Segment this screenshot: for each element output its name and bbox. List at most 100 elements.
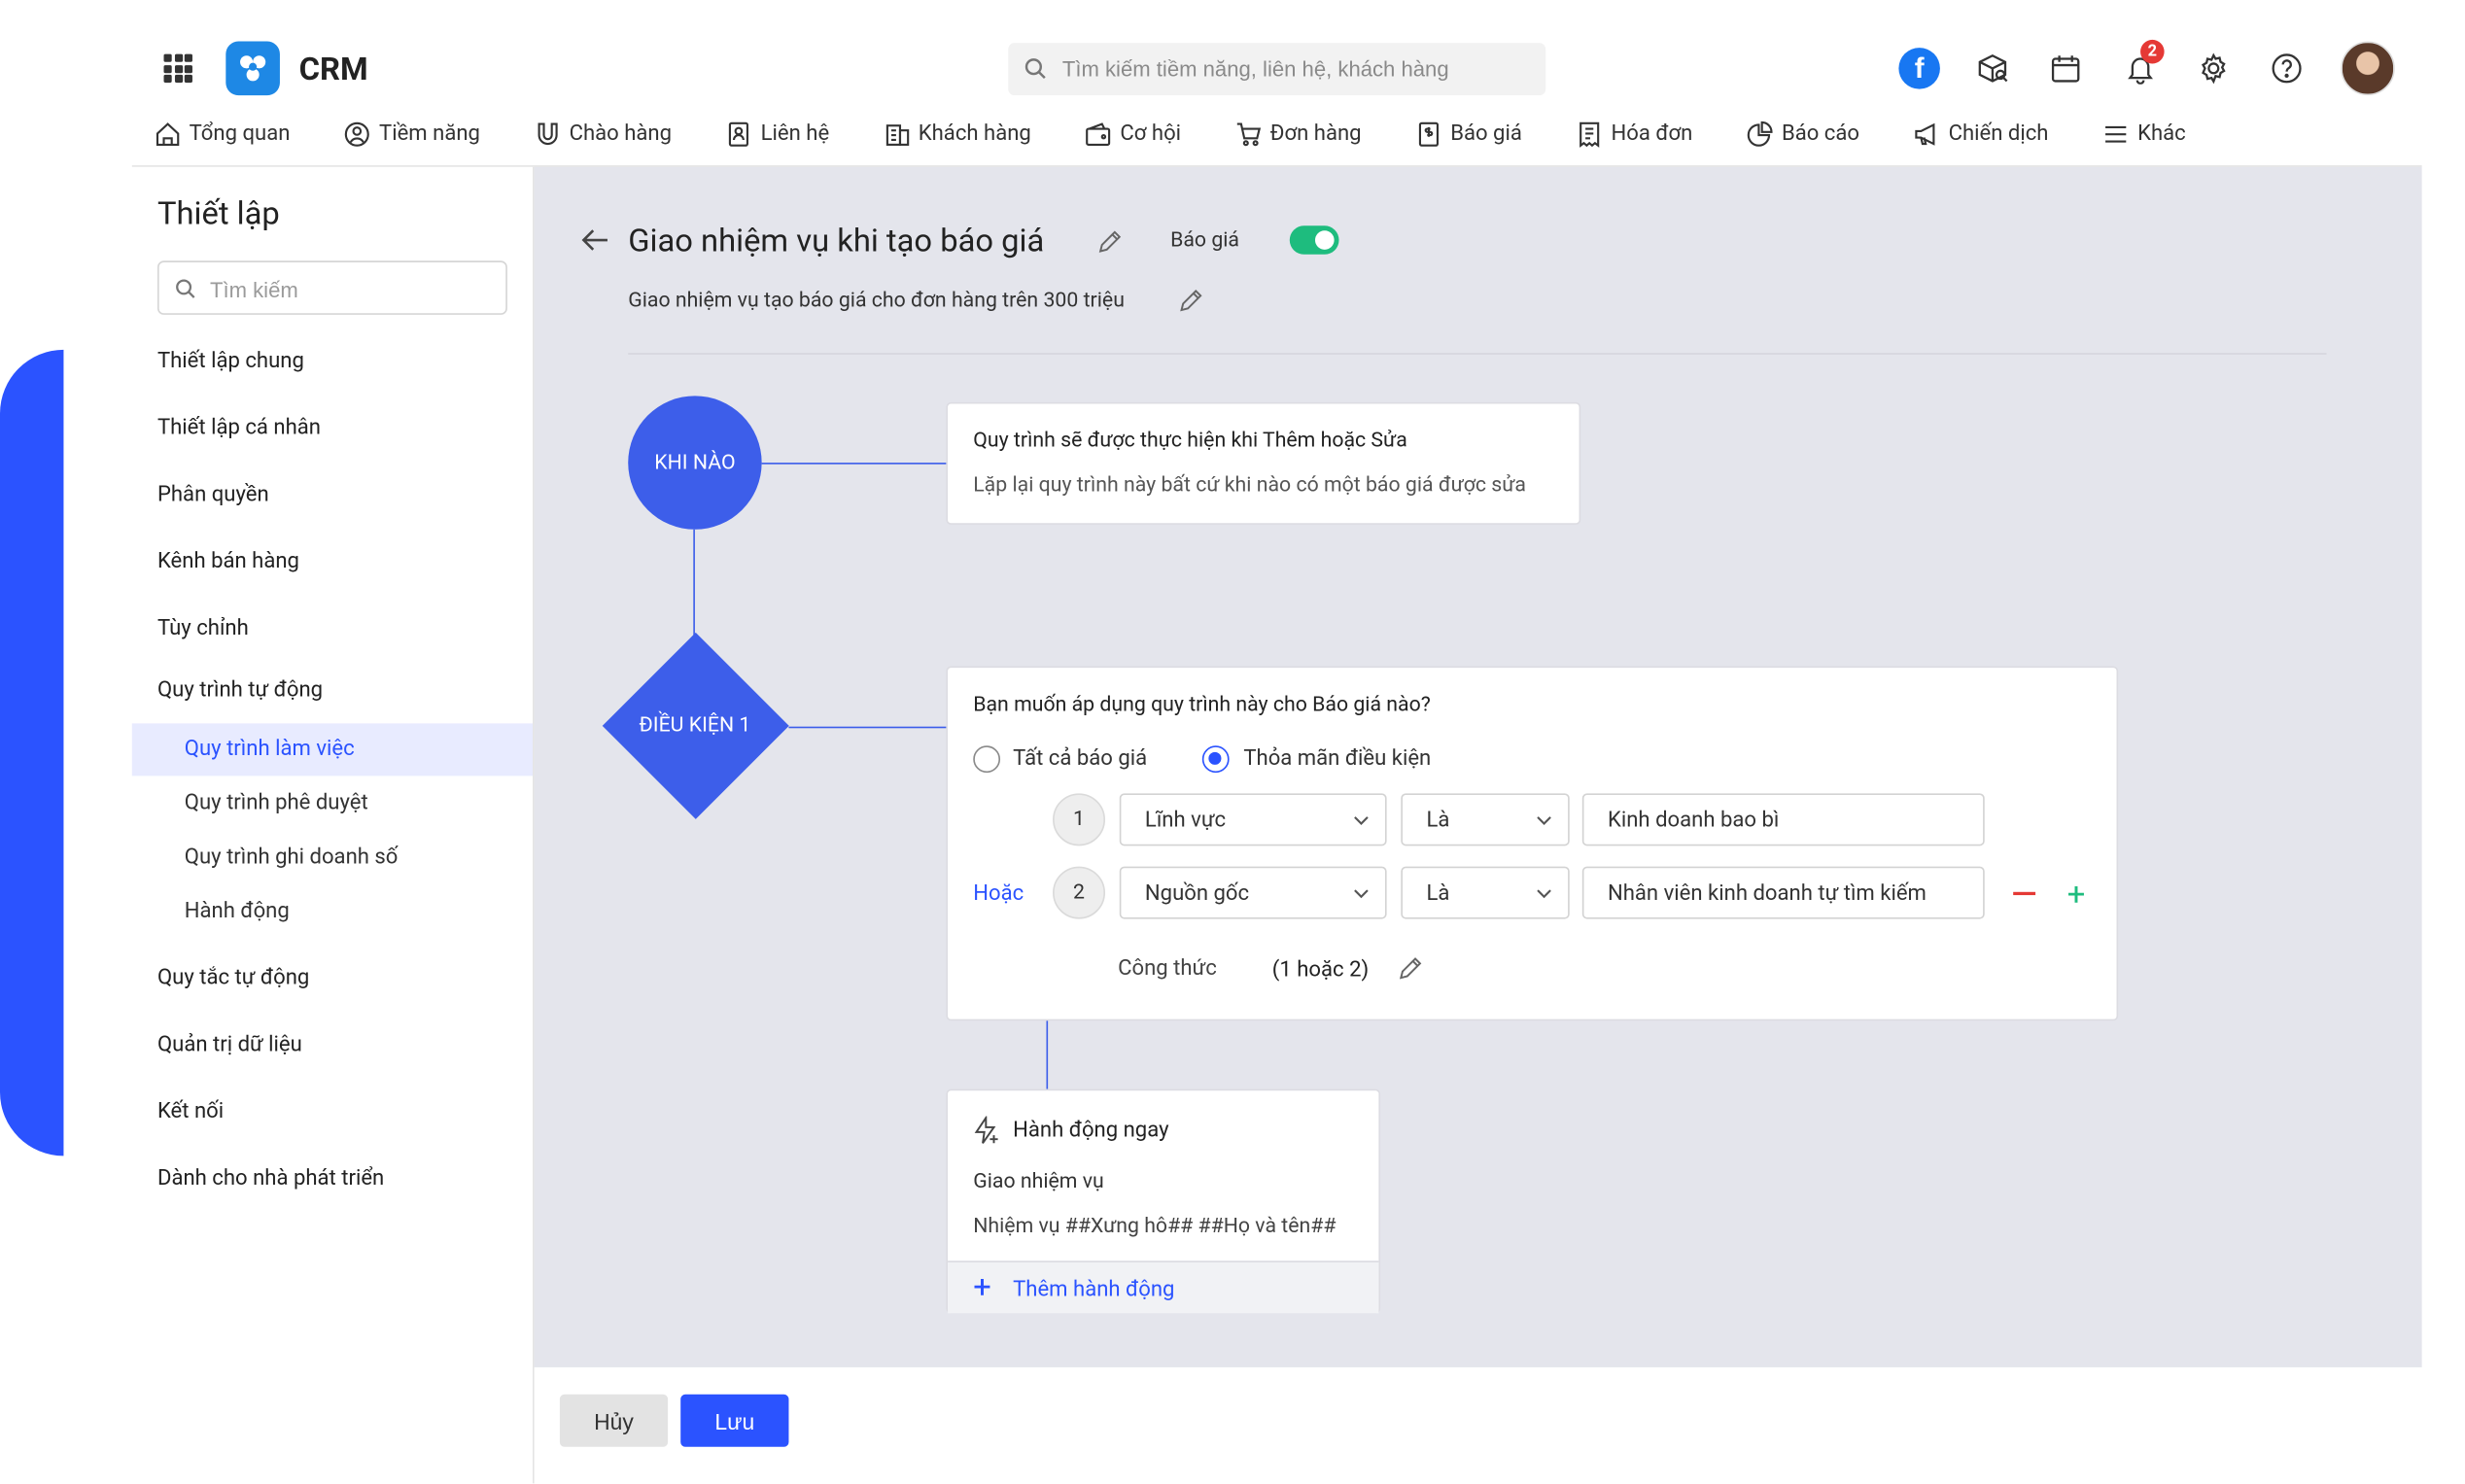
sidebar-title: Thiết lập [156, 193, 280, 232]
nav-item-tiem-nang[interactable]: Tiềm năng [344, 116, 480, 151]
or-operator-link[interactable]: Hoặc [973, 880, 1024, 906]
sidebar-subitem-quy-trinh-lam-viec[interactable]: Quy trình làm việc [185, 736, 355, 761]
magnet-icon [538, 121, 558, 145]
notification-badge: 2 [2140, 39, 2165, 64]
nav-item-khach-hang[interactable]: Khách hàng [884, 116, 1031, 151]
condition-node-label: ĐIỀU KIỆN 1 [639, 713, 751, 739]
main-nav: Tổng quan Tiềm năng Chào hàng Liên hệ Kh… [155, 116, 2240, 151]
action-flash-icon [974, 1116, 998, 1144]
action-card: Hành động ngay Giao nhiệm vụ Nhiệm vụ ##… [946, 1088, 1381, 1314]
save-button[interactable]: Lưu [680, 1394, 789, 1447]
back-arrow-icon[interactable] [579, 227, 611, 253]
action-footer: Hủy Lưu [534, 1366, 2422, 1484]
condition-card: Bạn muốn áp dụng quy trình này cho Báo g… [946, 666, 2119, 1021]
pie-chart-icon [1748, 121, 1774, 146]
sidebar-item-tuy-chinh[interactable]: Tùy chỉnh [157, 615, 249, 640]
sidebar-item-quan-tri-du-lieu[interactable]: Quản trị dữ liệu [157, 1032, 302, 1057]
crm-logo-icon[interactable] [226, 41, 280, 96]
nav-item-don-hang[interactable]: Đơn hàng [1235, 116, 1362, 151]
nav-item-hoa-don[interactable]: Hóa đơn [1576, 116, 1692, 151]
nav-item-bao-cao[interactable]: Báo cáo [1747, 116, 1859, 151]
global-search-input[interactable] [1061, 52, 1532, 85]
edit-description-icon[interactable] [1178, 288, 1203, 313]
condition-field-select[interactable]: Nguồn gốc [1119, 866, 1387, 919]
megaphone-icon [1915, 121, 1935, 145]
add-action-label: Thêm hành động [1013, 1276, 1175, 1302]
global-search[interactable] [1008, 43, 1546, 96]
notifications-button[interactable]: 2 [2118, 39, 2165, 90]
sidebar-subitem-quy-trinh-phe-duyet[interactable]: Quy trình phê duyệt [185, 790, 368, 815]
condition-operator-select[interactable]: Là [1401, 866, 1570, 919]
radio-match-conditions[interactable] [1201, 745, 1230, 774]
edit-formula-icon[interactable] [1398, 955, 1423, 981]
edit-title-icon[interactable] [1097, 229, 1123, 255]
nav-item-khac[interactable]: Khác [2102, 116, 2186, 151]
calendar-button[interactable] [2043, 46, 2088, 90]
nav-item-co-hoi[interactable]: Cơ hội [1085, 116, 1181, 151]
action-detail: Nhiệm vụ ##Xưng hô## ##Họ và tên## [973, 1214, 1337, 1239]
sidebar-item-quy-trinh-tu-dong[interactable]: Quy trình tự động [157, 677, 323, 703]
nav-item-lien-he[interactable]: Liên hệ [726, 116, 829, 151]
sidebar-item-danh-cho-nha-phat-trien[interactable]: Dành cho nhà phát triển [157, 1165, 384, 1191]
condition-row-number: 2 [1053, 866, 1106, 919]
quote-icon [1419, 121, 1440, 146]
workflow-description: Giao nhiệm vụ tạo báo giá cho đơn hàng t… [628, 289, 1125, 314]
nav-item-tong-quan[interactable]: Tổng quan [155, 116, 290, 151]
nav-item-chien-dich[interactable]: Chiến dịch [1914, 116, 2048, 151]
cancel-button[interactable]: Hủy [559, 1394, 669, 1447]
sidebar-item-thiet-lap-ca-nhan[interactable]: Thiết lập cá nhân [157, 415, 321, 440]
radio-all-quotes[interactable] [973, 745, 1001, 774]
cart-icon [1236, 121, 1261, 146]
user-avatar[interactable] [2341, 41, 2395, 96]
sidebar-subitem-hanh-dong[interactable]: Hành động [185, 898, 290, 923]
gear-icon [2201, 52, 2226, 85]
facebook-button[interactable]: f [1897, 46, 1942, 90]
box-search-icon [1978, 53, 2008, 83]
sidebar-subitem-quy-trinh-ghi-doanh-so[interactable]: Quy trình ghi doanh số [185, 845, 399, 870]
help-icon [2272, 53, 2302, 84]
sidebar-search[interactable] [156, 260, 507, 315]
contact-icon [729, 121, 749, 146]
condition-question: Bạn muốn áp dụng quy trình này cho Báo g… [973, 693, 1431, 717]
help-button[interactable] [2265, 46, 2309, 90]
nav-item-chao-hang[interactable]: Chào hàng [535, 116, 672, 151]
chevron-down-icon [1537, 889, 1551, 899]
radio-all-quotes-label[interactable]: Tất cả báo giá [1013, 745, 1147, 771]
action-name[interactable]: Giao nhiệm vụ [973, 1170, 1104, 1194]
condition-field-select[interactable]: Lĩnh vực [1119, 793, 1387, 846]
sidebar-item-quy-tac-tu-dong[interactable]: Quy tắc tự động [157, 965, 309, 990]
sidebar-item-phan-quyen[interactable]: Phân quyền [157, 482, 269, 507]
chevron-down-icon [1354, 816, 1369, 825]
sidebar-search-input[interactable] [209, 273, 497, 306]
trigger-card[interactable]: Quy trình sẽ được thực hiện khi Thêm hoặ… [946, 401, 1581, 525]
chevron-down-icon [1537, 816, 1551, 825]
sidebar-item-thiet-lap-chung[interactable]: Thiết lập chung [157, 348, 304, 373]
condition-row-number: 1 [1053, 793, 1106, 846]
facebook-icon: f [1898, 48, 1940, 89]
condition-operator-select[interactable]: Là [1401, 793, 1570, 846]
home-icon [156, 121, 180, 146]
remove-condition-icon[interactable] [2013, 891, 2036, 895]
trigger-title: Quy trình sẽ được thực hiện khi Thêm hoặ… [973, 429, 1407, 454]
add-condition-icon[interactable]: + [2067, 878, 2086, 910]
connector-line [788, 726, 947, 729]
header-divider [628, 353, 2327, 355]
settings-sidebar: Thiết lập Thiết lập chung Thiết lập cá n… [131, 166, 535, 1484]
condition-value-input[interactable]: Kinh doanh bao bì [1581, 793, 1985, 846]
workflow-active-toggle[interactable] [1289, 225, 1339, 255]
wallet-icon [1086, 121, 1111, 146]
nav-item-bao-gia[interactable]: Báo giá [1415, 116, 1522, 151]
connector-line [693, 529, 695, 638]
add-action-button[interactable]: + Thêm hành động [948, 1260, 1379, 1314]
invoice-icon [1580, 121, 1600, 148]
sidebar-item-kenh-ban-hang[interactable]: Kênh bán hàng [157, 548, 299, 573]
package-search-button[interactable] [1970, 46, 2015, 90]
building-icon [885, 123, 909, 146]
sidebar-item-ket-noi[interactable]: Kết nối [157, 1098, 224, 1123]
settings-button[interactable] [2191, 46, 2236, 90]
connector-line [1046, 1020, 1049, 1089]
radio-match-conditions-label[interactable]: Thỏa mãn điều kiện [1243, 745, 1431, 771]
menu-icon [2105, 124, 2127, 142]
apps-grid-icon[interactable] [163, 53, 193, 84]
condition-value-input[interactable]: Nhân viên kinh doanh tự tìm kiếm [1581, 866, 1985, 919]
